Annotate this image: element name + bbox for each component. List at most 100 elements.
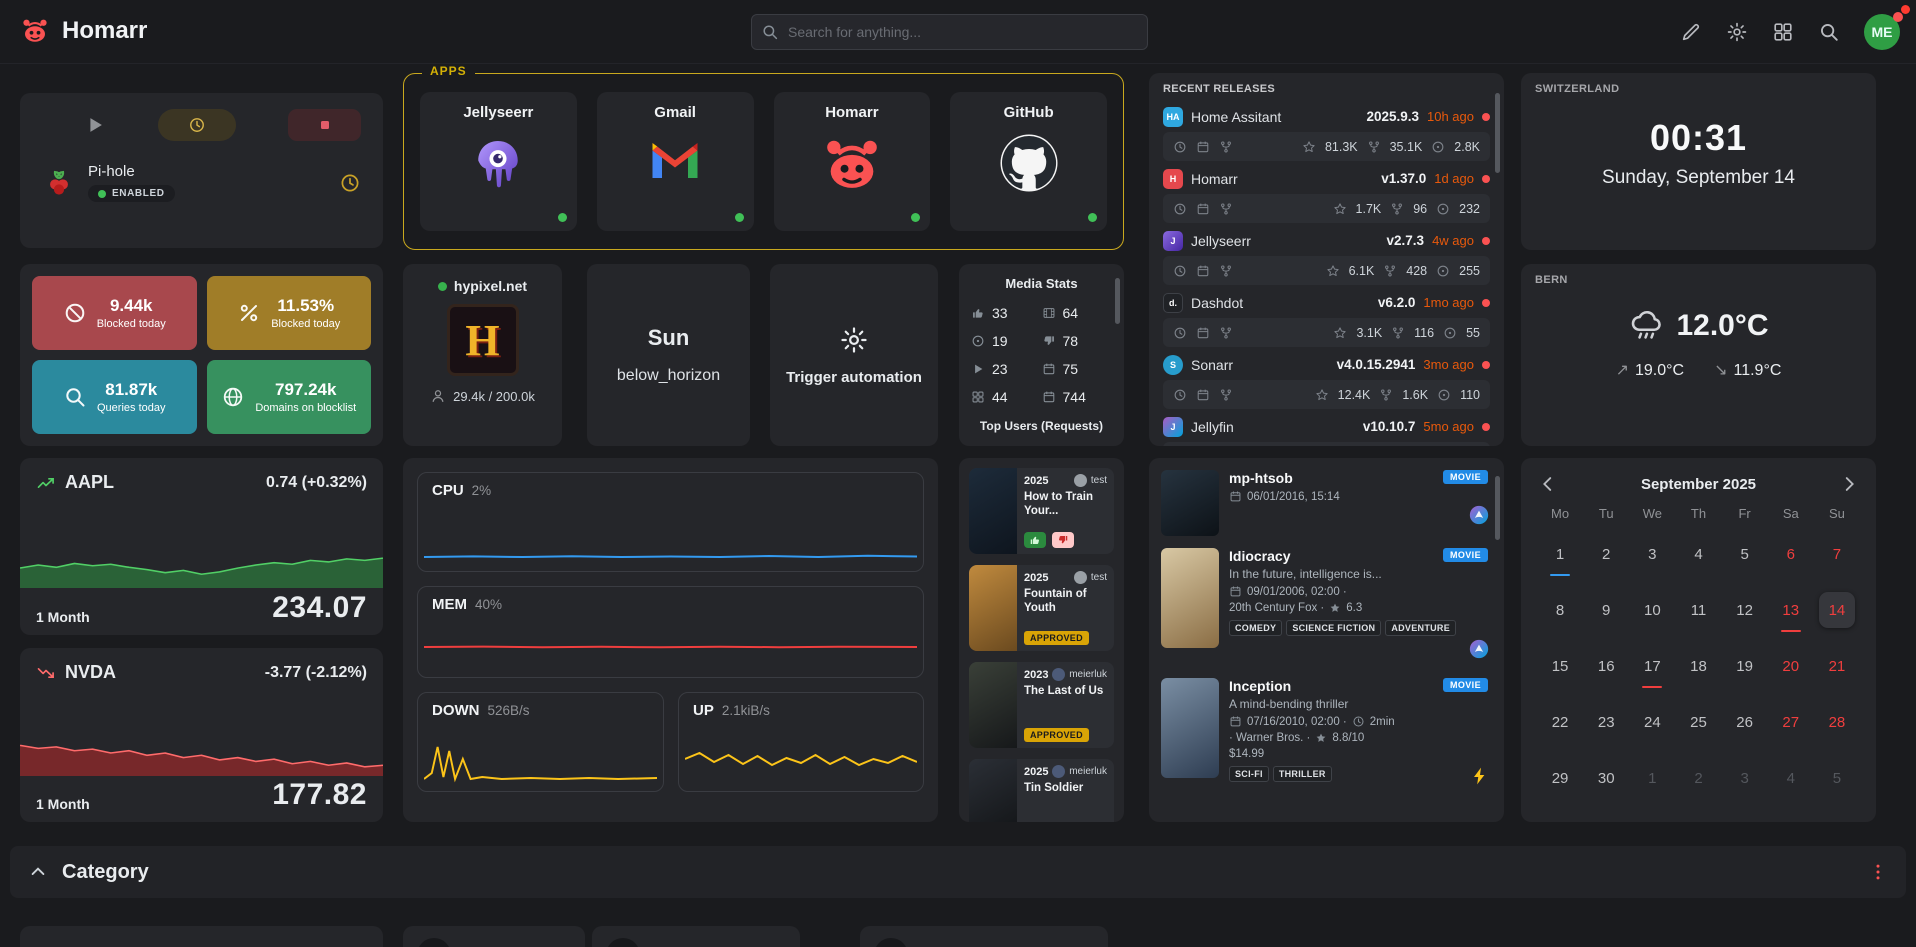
status-dot — [98, 190, 106, 198]
prev-month-chevron-icon[interactable] — [1537, 473, 1559, 495]
movie-badge: MOVIE — [1443, 678, 1488, 692]
release-row[interactable]: J Jellyseerr v2.7.3 4w ago — [1163, 225, 1490, 256]
release-row[interactable]: HA Home Assitant 2025.9.3 10h ago — [1163, 101, 1490, 132]
stock-widget-nvda[interactable]: NVDA -3.77 (-2.12%) 1 Month 177.82 — [20, 648, 383, 822]
stock-period: 1 Month — [36, 609, 90, 625]
calendar-day[interactable]: 11 — [1680, 582, 1716, 638]
calendar-day[interactable]: 6 — [1773, 526, 1809, 582]
bottom-app-tile[interactable]: Wind... — [592, 926, 800, 947]
request-item[interactable]: 2025 test Fountain of Youth APPROVED — [969, 565, 1114, 651]
calendar-day[interactable]: 22 — [1542, 694, 1578, 750]
git-branch-icon — [1219, 140, 1233, 154]
search-toggle-icon[interactable] — [1818, 21, 1840, 43]
approve-thumb-up-button[interactable] — [1024, 532, 1046, 548]
stock-widget-aapl[interactable]: AAPL 0.74 (+0.32%) 1 Month 234.07 — [20, 458, 383, 635]
stat-tile-queries[interactable]: 81.87kQueries today — [32, 360, 197, 434]
calendar-day[interactable]: 25 — [1680, 694, 1716, 750]
calendar-day[interactable]: 30 — [1588, 750, 1624, 806]
collapse-chevron-icon[interactable] — [28, 862, 48, 882]
user-avatar[interactable]: ME — [1864, 14, 1900, 50]
calendar-day[interactable]: 17 — [1634, 638, 1670, 694]
clock-icon — [1173, 388, 1187, 402]
category-menu-dots-icon[interactable] — [1868, 862, 1888, 882]
scrollbar-thumb[interactable] — [1495, 476, 1500, 540]
app-logo[interactable]: Homarr — [20, 16, 147, 46]
stat-value: 81.87k — [105, 380, 157, 400]
calendar-day[interactable]: 5 — [1727, 526, 1763, 582]
stat-tile-blocked-percent[interactable]: 11.53%Blocked today — [207, 276, 372, 350]
scrollbar-thumb[interactable] — [1115, 278, 1120, 324]
enable-play-button[interactable] — [84, 114, 106, 136]
calendar-day[interactable]: 10 — [1634, 582, 1670, 638]
calendar-day[interactable]: 5 — [1819, 750, 1855, 806]
calendar-day[interactable]: 29 — [1542, 750, 1578, 806]
calendar-day[interactable]: 1 — [1634, 750, 1670, 806]
calendar-day[interactable]: 4 — [1773, 750, 1809, 806]
calendar-day[interactable]: 21 — [1819, 638, 1855, 694]
request-item[interactable]: 2025 test How to Train Your... — [969, 468, 1114, 554]
calendar-day[interactable]: 3 — [1634, 526, 1670, 582]
calendar-day[interactable]: 23 — [1588, 694, 1624, 750]
calendar-day[interactable]: 8 — [1542, 582, 1578, 638]
calendar-day[interactable]: 13 — [1773, 582, 1809, 638]
calendar-day[interactable]: 9 — [1588, 582, 1624, 638]
app-icon — [606, 938, 640, 947]
bottom-app-tile[interactable]: Wiki... — [403, 926, 585, 947]
release-stats-row: 1.7K 96 232 — [1163, 194, 1490, 223]
request-user: meierluk — [1052, 765, 1107, 778]
scrollbar-thumb[interactable] — [1495, 93, 1500, 173]
request-item[interactable]: 2023 meierluk The Last of Us APPROVED — [969, 662, 1114, 748]
release-age: 1mo ago — [1423, 295, 1474, 310]
app-tile-jellyseerr[interactable]: Jellyseerr — [420, 92, 577, 231]
calendar-day[interactable]: 2 — [1588, 526, 1624, 582]
settings-gear-icon[interactable] — [1726, 21, 1748, 43]
calendar-day[interactable]: 3 — [1727, 750, 1763, 806]
disable-timer-button[interactable] — [158, 109, 236, 141]
automation-widget[interactable]: Trigger automation — [770, 264, 938, 446]
calendar-day[interactable]: 27 — [1773, 694, 1809, 750]
calendar-day[interactable]: 14 — [1819, 582, 1855, 638]
release-stats-row — [1163, 442, 1490, 446]
calendar-day[interactable]: 7 — [1819, 526, 1855, 582]
calendar-day[interactable]: 19 — [1727, 638, 1763, 694]
release-row[interactable]: d. Dashdot v6.2.0 1mo ago — [1163, 287, 1490, 318]
edit-mode-icon[interactable] — [1680, 21, 1702, 43]
release-row[interactable]: J Jellyfin v10.10.7 5mo ago — [1163, 411, 1490, 442]
calendar-day[interactable]: 4 — [1680, 526, 1716, 582]
library-item[interactable]: Inception MOVIE A mind-bending thriller … — [1161, 678, 1492, 790]
calendar-day[interactable]: 18 — [1680, 638, 1716, 694]
app-tile-homarr[interactable]: Homarr — [774, 92, 931, 231]
release-item: HA Home Assitant 2025.9.3 10h ago 81.3K — [1163, 101, 1490, 161]
release-issues: 2.8K — [1454, 140, 1480, 154]
calendar-day[interactable]: 28 — [1819, 694, 1855, 750]
app-tile-gmail[interactable]: Gmail — [597, 92, 754, 231]
git-branch-icon — [1219, 326, 1233, 340]
calendar-day[interactable]: 16 — [1588, 638, 1624, 694]
calendar-day[interactable]: 15 — [1542, 638, 1578, 694]
request-item[interactable]: 2025 meierluk Tin Soldier — [969, 759, 1114, 822]
bottom-app-tile[interactable]: Jok... — [860, 926, 1108, 947]
next-month-chevron-icon[interactable] — [1838, 473, 1860, 495]
calendar-month-label[interactable]: September 2025 — [1641, 476, 1756, 493]
stat-tile-blocklist[interactable]: 797.24kDomains on blocklist — [207, 360, 372, 434]
boards-grid-icon[interactable] — [1772, 21, 1794, 43]
app-tile-github[interactable]: GitHub — [950, 92, 1107, 231]
bottom-widget-partial[interactable] — [20, 926, 383, 947]
stat-tile-blocked[interactable]: 9.44kBlocked today — [32, 276, 197, 350]
library-item[interactable]: Idiocracy MOVIE In the future, intellige… — [1161, 548, 1492, 666]
calendar-day[interactable]: 26 — [1727, 694, 1763, 750]
history-clock-icon[interactable] — [339, 172, 361, 194]
library-item[interactable]: mp-htsob MOVIE 06/01/2016, 15:14 — [1161, 470, 1492, 536]
calendar-day[interactable]: 2 — [1680, 750, 1716, 806]
decline-thumb-down-button[interactable] — [1052, 532, 1074, 548]
network-up-box: UP2.1kiB/s — [678, 692, 924, 792]
release-row[interactable]: H Homarr v1.37.0 1d ago — [1163, 163, 1490, 194]
calendar-day[interactable]: 20 — [1773, 638, 1809, 694]
release-row[interactable]: S Sonarr v4.0.15.2941 3mo ago — [1163, 349, 1490, 380]
calendar-day[interactable]: 24 — [1634, 694, 1670, 750]
calendar-day[interactable]: 12 — [1727, 582, 1763, 638]
disable-stop-button[interactable] — [288, 109, 361, 141]
calendar-day[interactable]: 1 — [1542, 526, 1578, 582]
search-input[interactable] — [751, 14, 1148, 50]
weekday-label: Th — [1691, 500, 1706, 526]
